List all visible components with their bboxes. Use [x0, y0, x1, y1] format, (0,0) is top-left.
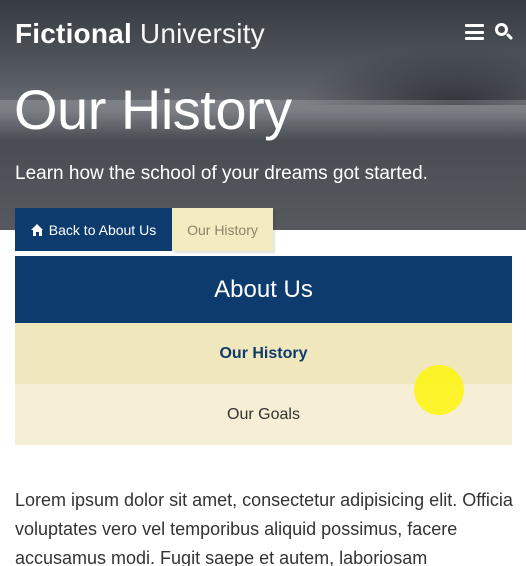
- header-icons: [465, 22, 514, 42]
- back-to-about-label: Back to About Us: [48, 221, 157, 238]
- breadcrumb: Back to About Us Our History: [15, 208, 273, 251]
- page-links-sidebar: About Us Our History Our Goals: [15, 256, 512, 445]
- menu-icon[interactable]: [465, 24, 484, 40]
- back-to-about-button[interactable]: Back to About Us: [15, 208, 172, 251]
- brand-strong-text: Fictional: [15, 18, 132, 49]
- home-icon: [30, 223, 44, 236]
- page-title: Our History: [14, 78, 292, 141]
- hero-banner: Fictional University Our History Learn h…: [0, 0, 526, 230]
- breadcrumb-current: Our History: [172, 208, 273, 251]
- brand-light-text: University: [139, 18, 265, 49]
- cursor-highlight: [414, 365, 464, 415]
- site-logo[interactable]: Fictional University: [15, 17, 265, 51]
- content-paragraph: Lorem ipsum dolor sit amet, consectetur …: [15, 490, 513, 566]
- search-icon[interactable]: [494, 22, 514, 42]
- page-subtitle: Learn how the school of your dreams got …: [15, 163, 428, 184]
- page-links-title[interactable]: About Us: [15, 256, 512, 323]
- banner-mountain-shape: [300, 45, 526, 105]
